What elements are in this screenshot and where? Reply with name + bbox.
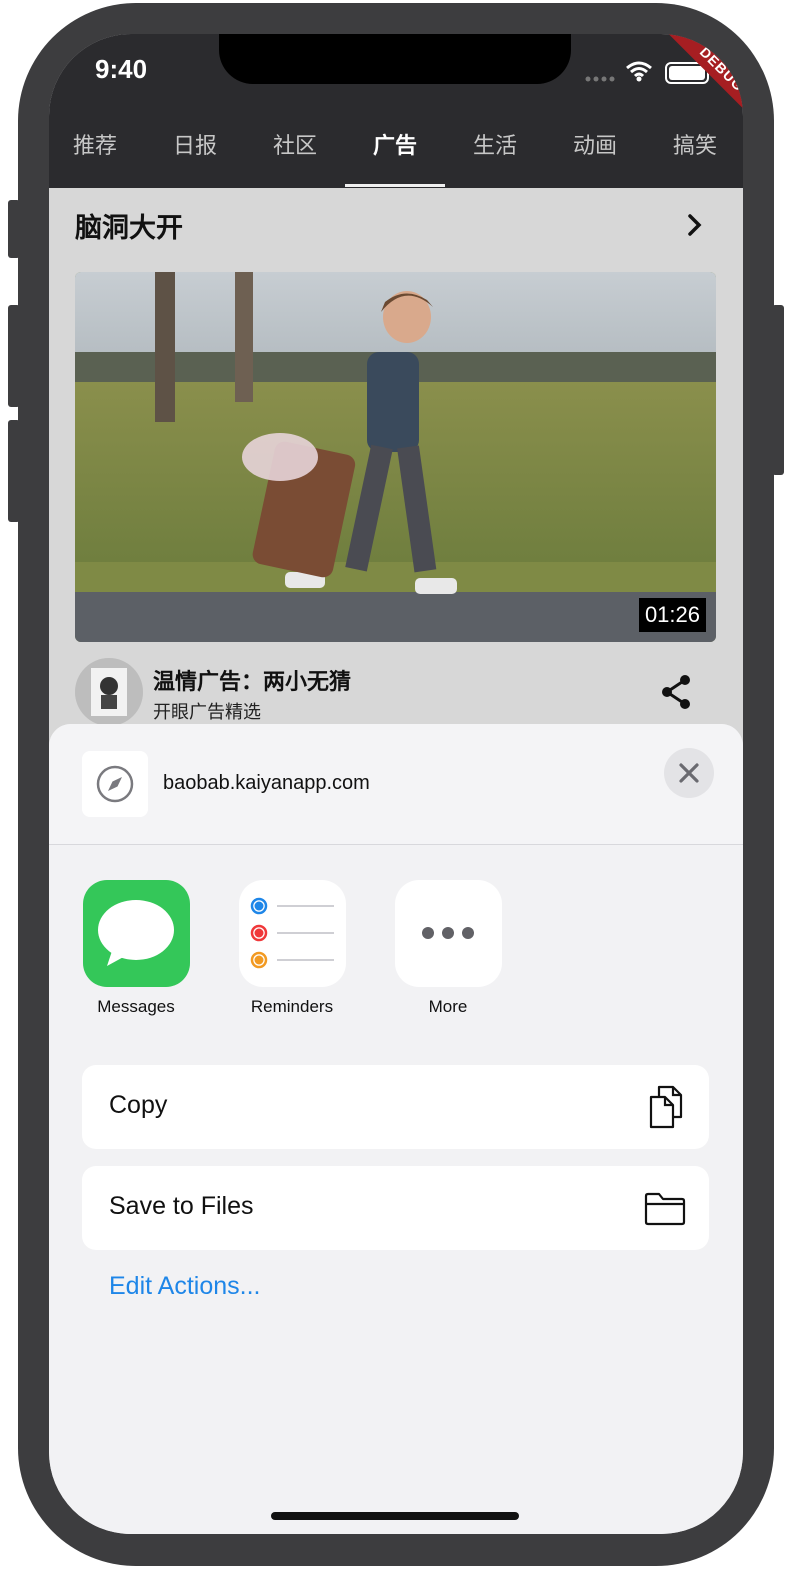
wifi-icon: [626, 61, 652, 82]
share-icon[interactable]: [659, 674, 693, 710]
messages-icon: [82, 880, 190, 987]
share-app-messages[interactable]: Messages: [66, 880, 206, 1017]
tab-ads[interactable]: 广告: [345, 128, 445, 188]
save-to-files-action[interactable]: Save to Files: [82, 1166, 709, 1250]
reminders-icon: [238, 880, 346, 987]
chevron-right-icon[interactable]: [683, 212, 707, 238]
video-duration: 01:26: [638, 598, 706, 632]
phone-screen: 9:40 DEBUG 推荐 日报 社区 广告 生活 动画 搞笑 脑洞大开 01:…: [49, 34, 743, 1534]
category-tabs: 推荐 日报 社区 广告 生活 动画 搞笑: [49, 128, 743, 188]
site-url: baobab.kaiyanapp.com: [163, 772, 370, 794]
tab-animation[interactable]: 动画: [545, 128, 645, 188]
copy-icon: [649, 1085, 683, 1129]
video-scene: [75, 272, 716, 642]
share-sheet: baobab.kaiyanapp.com Messages Reminders …: [49, 724, 743, 1534]
save-to-files-label: Save to Files: [109, 1192, 254, 1220]
video-thumbnail[interactable]: 01:26: [75, 272, 716, 642]
app-label-messages: Messages: [97, 997, 175, 1016]
app-label-more: More: [428, 997, 468, 1016]
edit-actions-link[interactable]: Edit Actions...: [109, 1272, 260, 1301]
share-apps-row: Messages Reminders More: [49, 880, 743, 1030]
copy-action-label: Copy: [109, 1091, 168, 1119]
site-preview: [82, 751, 148, 817]
more-icon: [394, 880, 502, 987]
close-icon: [679, 763, 699, 783]
avatar-image: [75, 658, 143, 726]
tab-daily[interactable]: 日报: [145, 128, 245, 188]
section-title: 脑洞大开: [75, 213, 183, 243]
tab-funny[interactable]: 搞笑: [645, 128, 743, 188]
status-time: 9:40: [95, 54, 148, 84]
share-sheet-header: baobab.kaiyanapp.com: [49, 724, 743, 845]
notch: [219, 34, 571, 84]
close-button[interactable]: [664, 748, 714, 798]
avatar[interactable]: [75, 658, 143, 726]
copy-action[interactable]: Copy: [82, 1065, 709, 1149]
tab-life[interactable]: 生活: [445, 128, 545, 188]
tab-recommend[interactable]: 推荐: [49, 128, 145, 188]
share-app-more[interactable]: More: [378, 880, 518, 1017]
app-header: 9:40 DEBUG 推荐 日报 社区 广告 生活 动画 搞笑: [49, 34, 743, 188]
cellular-signal-icon: [585, 76, 615, 82]
compass-icon: [96, 765, 134, 803]
video-subtitle: 开眼广告精选: [153, 702, 261, 722]
folder-icon: [644, 1192, 686, 1226]
video-title[interactable]: 温情广告：两小无猜: [153, 664, 351, 696]
share-app-reminders[interactable]: Reminders: [222, 880, 362, 1017]
home-indicator[interactable]: [271, 1512, 519, 1520]
tab-community[interactable]: 社区: [245, 128, 345, 188]
tab-indicator: [345, 184, 445, 187]
app-label-reminders: Reminders: [250, 997, 334, 1016]
